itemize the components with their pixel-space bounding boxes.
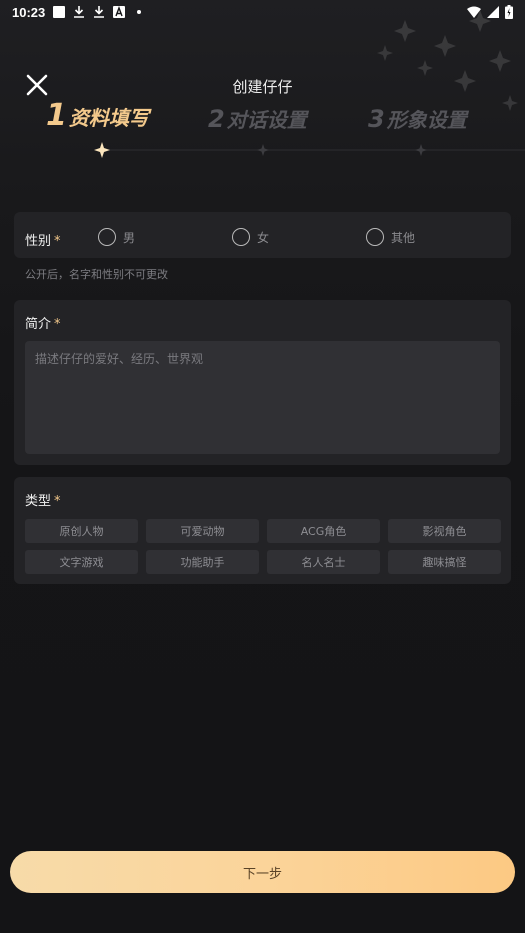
radio-circle-icon	[98, 228, 116, 246]
create-character-screen: 10:23 创建仔仔 1 资料填写 2 对话设置 3 形象设置 性别 * 男 女…	[0, 0, 525, 933]
page-title: 创建仔仔	[232, 78, 293, 96]
type-tag-cute-animal[interactable]: 可爱动物	[146, 519, 259, 543]
gender-hint: 公开后，名字和性别不可更改	[25, 268, 168, 281]
step-label: 对话设置	[226, 108, 307, 132]
radio-circle-icon	[366, 228, 384, 246]
intro-label: 简介 *	[25, 313, 61, 332]
step-number: 3	[368, 105, 385, 133]
intro-label-text: 简介	[25, 317, 52, 332]
wifi-icon	[467, 6, 481, 18]
step-2: 2 对话设置	[208, 104, 307, 133]
step-1: 1 资料填写	[46, 98, 149, 133]
step-label: 资料填写	[68, 106, 149, 130]
signal-icon	[487, 6, 499, 18]
type-tag-grid: 原创人物 可爱动物 ACG角色 影视角色 文字游戏 功能助手 名人名士 趣味搞怪	[25, 519, 501, 574]
type-card: 类型 * 原创人物 可爱动物 ACG角色 影视角色 文字游戏 功能助手 名人名士 …	[14, 477, 511, 584]
intro-card: 简介 *	[14, 300, 511, 465]
gender-option-label: 男	[123, 230, 136, 245]
next-step-button[interactable]: 下一步	[10, 851, 515, 893]
gender-label-text: 性别	[25, 234, 52, 249]
required-mark: *	[54, 317, 61, 332]
type-tag-acg-character[interactable]: ACG角色	[267, 519, 380, 543]
gender-option-male[interactable]: 男	[98, 228, 135, 246]
type-tag-text-game[interactable]: 文字游戏	[25, 550, 138, 574]
step-label: 形象设置	[386, 108, 467, 132]
required-mark: *	[54, 234, 61, 249]
font-a-icon	[113, 6, 126, 18]
required-mark: *	[54, 494, 61, 509]
notification-square-icon	[53, 6, 66, 18]
step-number: 1	[46, 98, 67, 133]
type-tag-function-assistant[interactable]: 功能助手	[146, 550, 259, 574]
download-icon	[94, 6, 105, 18]
gender-card: 性别 * 男 女 其他	[14, 212, 511, 258]
type-tag-original-character[interactable]: 原创人物	[25, 519, 138, 543]
gender-option-label: 其他	[391, 230, 416, 245]
type-tag-funny[interactable]: 趣味搞怪	[388, 550, 501, 574]
gender-option-female[interactable]: 女	[232, 228, 269, 246]
download-icon	[74, 6, 85, 18]
intro-textarea[interactable]	[25, 341, 500, 454]
type-tag-film-tv-character[interactable]: 影视角色	[388, 519, 501, 543]
gender-option-other[interactable]: 其他	[366, 228, 415, 246]
dot-icon	[137, 10, 142, 14]
battery-icon	[505, 5, 513, 19]
step-3: 3 形象设置	[368, 104, 467, 133]
status-bar: 10:23	[0, 0, 525, 24]
step-number: 2	[208, 105, 225, 133]
radio-circle-icon	[232, 228, 250, 246]
gender-option-label: 女	[257, 230, 270, 245]
type-label-text: 类型	[25, 494, 52, 509]
type-label: 类型 *	[25, 490, 61, 509]
gender-label: 性别 *	[25, 230, 61, 249]
step-progress-line	[0, 142, 525, 158]
type-tag-celebrity[interactable]: 名人名士	[267, 550, 380, 574]
status-time: 10:23	[12, 4, 46, 20]
